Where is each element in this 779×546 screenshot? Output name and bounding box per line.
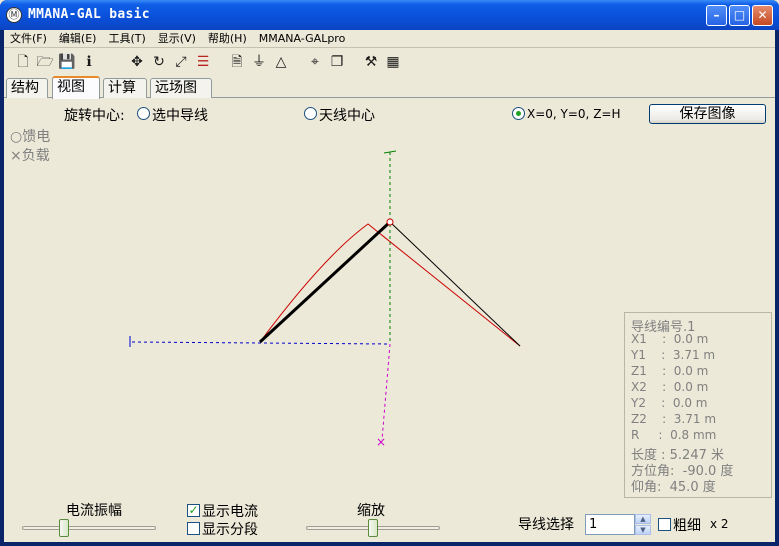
antenna-geometry: ×	[129, 150, 521, 449]
save-disk-icon[interactable]: 💾	[58, 53, 76, 71]
close-button[interactable]: ✕	[752, 5, 773, 26]
wire-radius: R : 0.8 mm	[631, 428, 717, 442]
wire-z1: Z1 : 0.0 m	[631, 364, 709, 378]
menu-file[interactable]: 文件(F)	[4, 30, 53, 48]
bottom-controls: 电流振幅 ✓ 显示电流 显示分段 缩放 导线选择 1 ▲ ▼ 粗细 x 2	[4, 500, 775, 542]
antenna-view-canvas[interactable]: ○馈电 ×负载 × 导线编号.1 X1 : 0.0 m Y1 : 3.71 m …	[4, 126, 775, 500]
title-bar[interactable]: Ⓜ MMANA-GAL basic – □ ✕	[0, 0, 779, 30]
x-axis	[381, 343, 391, 441]
thick-checkbox[interactable]	[658, 518, 671, 531]
tools-icon[interactable]: ⚒	[362, 53, 380, 71]
spin-down-icon[interactable]: ▼	[635, 525, 651, 535]
x-axis-tip: ×	[376, 435, 386, 449]
resize-icon[interactable]: ⤢	[172, 53, 190, 71]
wire-y2: Y2 : 0.0 m	[631, 396, 708, 410]
tab-far-field[interactable]: 远场图	[150, 78, 212, 98]
show-segments-checkbox[interactable]	[187, 522, 200, 535]
radio-selected-wire[interactable]	[137, 107, 150, 120]
radio-antenna-center-label: 天线中心	[319, 108, 375, 124]
wire-select-input[interactable]: 1	[585, 514, 635, 535]
wire-select-spinner: ▲ ▼	[635, 514, 651, 535]
zoom-slider[interactable]	[368, 519, 378, 537]
app-logo-icon: Ⓜ	[6, 7, 22, 23]
show-current-checkbox[interactable]: ✓	[187, 504, 200, 517]
triangle-icon[interactable]: △	[272, 53, 290, 71]
radio-selected-wire-label: 选中导线	[152, 108, 208, 124]
new-file-icon[interactable]: 🗋	[14, 53, 32, 71]
show-current-label: 显示电流	[202, 504, 258, 520]
wire-number: 导线编号.1	[631, 320, 696, 335]
menu-view[interactable]: 显示(V)	[152, 30, 202, 48]
wire-x2: X2 : 0.0 m	[631, 380, 709, 394]
elements-icon[interactable]: ☰	[194, 53, 212, 71]
menu-bar: 文件(F) 编辑(E) 工具(T) 显示(V) 帮助(H) MMANA-GALpro	[4, 30, 775, 48]
tab-structure[interactable]: 结构	[6, 78, 48, 98]
document-icon[interactable]: 🗎	[228, 53, 246, 71]
thick-label: 粗细	[673, 518, 701, 534]
tab-compute[interactable]: 计算	[103, 78, 147, 98]
toolbar: 🗋 🗁 💾 ℹ ✥ ↻ ⤢ ☰ 🗎 ⏚ △ ⌖ ❐ ⚒ ▦	[4, 51, 775, 75]
rotation-center-label: 旋转中心:	[64, 108, 125, 124]
window-title: MMANA-GAL basic	[28, 7, 150, 22]
wire-y1: Y1 : 3.71 m	[631, 348, 716, 362]
radio-origin-label: X=0, Y=0, Z=H	[527, 107, 621, 121]
maximize-button[interactable]: □	[729, 5, 750, 26]
info-icon[interactable]: ℹ	[80, 53, 98, 71]
rotation-center-bar: 旋转中心: 选中导线 天线中心 X=0, Y=0, Z=H 保存图像	[4, 100, 775, 126]
wire-1-selected[interactable]	[258, 220, 392, 344]
wire-azimuth: 方位角: -90.0 度	[631, 464, 734, 479]
current-amplitude-track[interactable]	[22, 526, 156, 530]
client-area: 文件(F) 编辑(E) 工具(T) 显示(V) 帮助(H) MMANA-GALpro 🗋 …	[4, 30, 775, 542]
wire-2	[389, 221, 521, 347]
wire-z2: Z2 : 3.71 m	[631, 412, 717, 426]
wire-x1: X1 : 0.0 m	[631, 332, 709, 346]
radio-origin[interactable]	[512, 107, 525, 120]
open-folder-icon[interactable]: 🗁	[36, 53, 54, 71]
app-window: Ⓜ MMANA-GAL basic – □ ✕ 文件(F) 编辑(E) 工具(T) 显…	[0, 0, 779, 546]
wire-info-panel: 导线编号.1 X1 : 0.0 m Y1 : 3.71 m Z1 : 0.0 m…	[624, 312, 772, 498]
wire-select-label: 导线选择	[518, 517, 574, 533]
radio-antenna-center[interactable]	[304, 107, 317, 120]
copy-icon[interactable]: ❐	[328, 53, 346, 71]
menu-edit[interactable]: 编辑(E)	[53, 30, 103, 48]
tab-view[interactable]: 视图	[52, 76, 100, 99]
current-amplitude-slider[interactable]	[59, 519, 70, 537]
minimize-button[interactable]: –	[706, 5, 727, 26]
show-segments-label: 显示分段	[202, 522, 258, 538]
feed-point-marker	[386, 218, 394, 226]
thick-factor: x 2	[710, 517, 729, 531]
move-icon[interactable]: ✥	[128, 53, 146, 71]
menu-tools[interactable]: 工具(T)	[102, 30, 151, 48]
wire-elevation: 仰角: 45.0 度	[631, 480, 716, 495]
rotate-icon[interactable]: ↻	[150, 53, 168, 71]
save-image-button[interactable]: 保存图像	[649, 104, 766, 124]
current-amplitude-label: 电流振幅	[66, 503, 122, 519]
target-icon[interactable]: ⌖	[306, 53, 324, 71]
menu-help[interactable]: 帮助(H)	[202, 30, 253, 48]
tab-strip: 结构 视图 计算 远场图	[4, 76, 775, 99]
zoom-label: 缩放	[357, 503, 385, 519]
ground-icon[interactable]: ⏚	[250, 53, 268, 71]
calculator-icon[interactable]: ▦	[384, 53, 402, 71]
menu-pro[interactable]: MMANA-GALpro	[253, 30, 352, 48]
wire-length: 长度 : 5.247 米	[631, 448, 724, 463]
spin-up-icon[interactable]: ▲	[635, 514, 651, 524]
